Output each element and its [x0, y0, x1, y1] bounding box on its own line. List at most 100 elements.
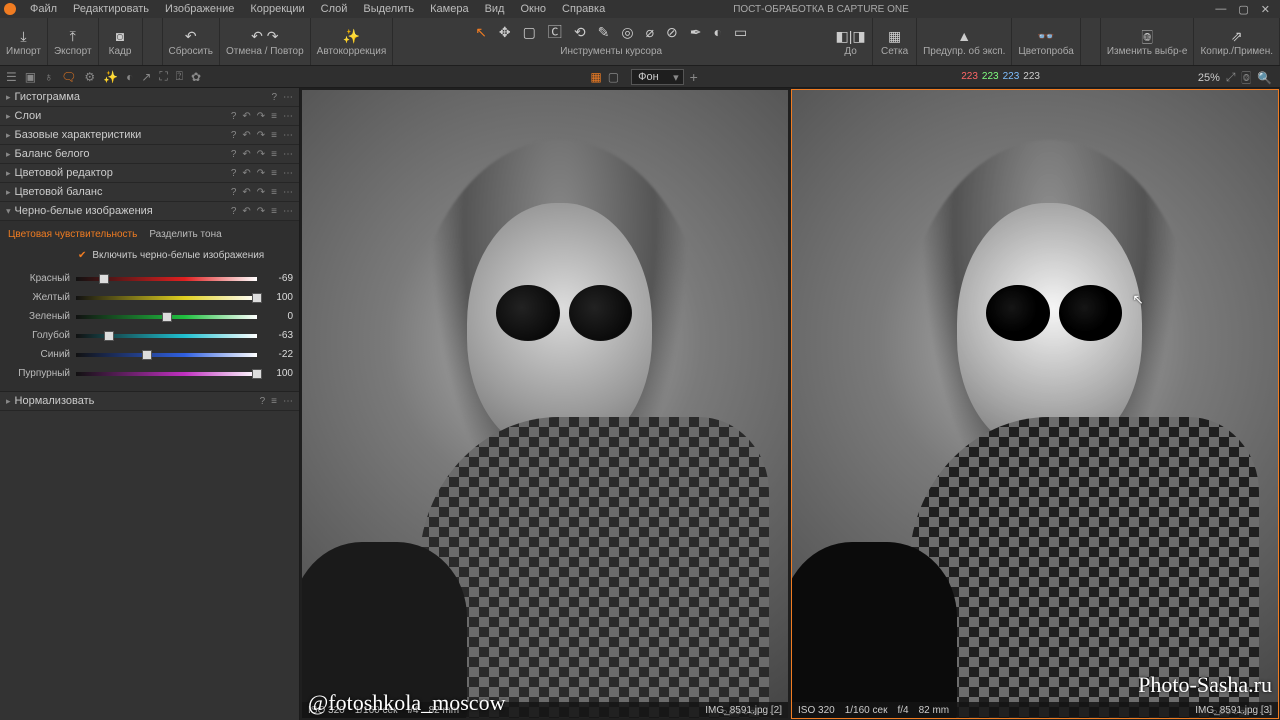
tool-tab-icon[interactable]: ▣	[25, 70, 36, 84]
toolbar-button[interactable]: ⤓Импорт	[0, 18, 48, 65]
panel-header[interactable]: ▸ Черно-белые изображения ?↶↷≡⋯	[0, 202, 299, 221]
panel-control-icon[interactable]: ⋯	[283, 92, 293, 103]
zoom-copy-icon[interactable]: 🀙	[1242, 70, 1252, 85]
cursor-tool-icon[interactable]: ✒	[690, 24, 702, 41]
toolbar-button[interactable]: 🀙Изменить выбр-е	[1101, 18, 1195, 65]
tool-tab-icon[interactable]: ↗	[141, 70, 151, 84]
toolbar-button[interactable]: ⤒Экспорт	[48, 18, 99, 65]
panel-control-icon[interactable]: ≡	[271, 396, 277, 407]
panel-control-icon[interactable]: ≡	[271, 168, 277, 179]
cursor-tool-icon[interactable]: ◐	[713, 24, 721, 40]
tool-tab-icon[interactable]: ✨	[103, 70, 118, 84]
toolbar-button[interactable]: ◧|◨До	[829, 18, 873, 65]
subtab-sensitivity[interactable]: Цветовая чувствительность	[8, 229, 137, 240]
cursor-tool-icon[interactable]: ⊘	[666, 24, 678, 41]
slider-knob[interactable]	[104, 331, 114, 341]
panel-control-icon[interactable]: ?	[231, 168, 237, 179]
slider-track[interactable]	[76, 296, 257, 300]
slider-track[interactable]	[76, 334, 257, 338]
image-pane-right[interactable]: ↖ ISO 320 1/160 сек f/4 82 mm IMG_8591.j…	[792, 90, 1278, 718]
panel-control-icon[interactable]: ⋯	[283, 396, 293, 407]
panel-control-icon[interactable]: ?	[231, 187, 237, 198]
rating-dots[interactable]: ○○○○○ ·····	[721, 707, 782, 718]
slider-knob[interactable]	[252, 369, 262, 379]
tool-tab-icon[interactable]: ⍰	[176, 69, 183, 84]
rating-dots[interactable]: ○○○○○ ·····	[1211, 707, 1272, 718]
panel-control-icon[interactable]: ↶	[242, 168, 250, 179]
panel-control-icon[interactable]: ?	[231, 206, 237, 217]
panel-control-icon[interactable]: ↷	[257, 187, 265, 198]
slider-knob[interactable]	[142, 350, 152, 360]
view-single-icon[interactable]: ▢	[608, 70, 619, 84]
panel-header[interactable]: ▸ Гистограмма ?⋯	[0, 88, 299, 107]
panel-control-icon[interactable]: ≡	[271, 130, 277, 141]
panel-header[interactable]: ▸ Базовые характеристики ?↶↷≡⋯	[0, 126, 299, 145]
menu-item[interactable]: Выделить	[355, 1, 422, 17]
cursor-tool-icon[interactable]: ◎	[621, 24, 633, 41]
panel-control-icon[interactable]: ?	[231, 149, 237, 160]
panel-control-icon[interactable]: ↶	[242, 149, 250, 160]
layer-select[interactable]: Фон	[631, 69, 684, 85]
zoom-search-icon[interactable]: 🔍	[1257, 71, 1272, 85]
panel-control-icon[interactable]: ↶	[242, 187, 250, 198]
menu-item[interactable]: Справка	[554, 1, 613, 17]
panel-control-icon[interactable]: ↷	[257, 111, 265, 122]
tool-tab-icon[interactable]: 🗨	[61, 70, 76, 84]
view-grid-icon[interactable]: ▦	[590, 70, 601, 84]
panel-header[interactable]: ▸ Баланс белого ?↶↷≡⋯	[0, 145, 299, 164]
slider-knob[interactable]	[99, 274, 109, 284]
panel-control-icon[interactable]: ↷	[257, 130, 265, 141]
tool-tab-icon[interactable]: ⚙	[84, 70, 95, 84]
enable-bw-checkbox-label[interactable]: Включить черно-белые изображения	[92, 250, 264, 261]
slider-knob[interactable]	[252, 293, 262, 303]
panel-control-icon[interactable]: ↶	[242, 206, 250, 217]
panel-control-icon[interactable]: ≡	[271, 187, 277, 198]
window-maximize[interactable]: ▢	[1238, 3, 1248, 16]
toolbar-button[interactable]: ↶ ↷Отмена / Повтор	[220, 18, 311, 65]
cursor-tool-icon[interactable]: ↖	[475, 24, 487, 41]
tool-tab-icon[interactable]: ☰	[6, 70, 17, 84]
slider-track[interactable]	[76, 277, 257, 281]
panel-control-icon[interactable]: ≡	[271, 206, 277, 217]
window-minimize[interactable]: —	[1215, 3, 1226, 16]
panel-control-icon[interactable]: ⋯	[283, 111, 293, 122]
panel-header[interactable]: ▸ Слои ?↶↷≡⋯	[0, 107, 299, 126]
cursor-tool-icon[interactable]: ▭	[734, 24, 747, 41]
tool-tab-icon[interactable]: ✿	[191, 70, 201, 84]
menu-item[interactable]: Вид	[477, 1, 513, 17]
panel-control-icon[interactable]: ?	[271, 92, 277, 103]
panel-control-icon[interactable]: ↶	[242, 111, 250, 122]
panel-control-icon[interactable]: ⋯	[283, 130, 293, 141]
panel-control-icon[interactable]: ≡	[271, 111, 277, 122]
panel-header[interactable]: ▸ Цветовой баланс ?↶↷≡⋯	[0, 183, 299, 202]
panel-control-icon[interactable]: ≡	[271, 149, 277, 160]
cursor-tool-icon[interactable]: ✥	[499, 24, 511, 41]
tool-tab-icon[interactable]: ◐	[126, 70, 133, 84]
panel-control-icon[interactable]: ⋯	[283, 149, 293, 160]
panel-control-icon[interactable]: ↷	[257, 168, 265, 179]
cursor-tool-icon[interactable]: ▢	[523, 24, 536, 41]
toolbar-button[interactable]: ✨Автокоррекция	[311, 18, 394, 65]
panel-control-icon[interactable]: ?	[231, 130, 237, 141]
image-pane-left[interactable]: ISO 320 1/160 сек f/4 82 mm IMG_8591.jpg…	[302, 90, 788, 718]
panel-control-icon[interactable]: ⋯	[283, 187, 293, 198]
tool-tab-icon[interactable]: ⛶	[159, 69, 167, 84]
toolbar-button[interactable]: 👓Цветопроба	[1012, 18, 1080, 65]
menu-item[interactable]: Слой	[313, 1, 356, 17]
toolbar-button[interactable]: ◙Кадр	[99, 18, 143, 65]
cursor-tool-icon[interactable]: 🄲	[548, 22, 562, 42]
tool-tab-icon[interactable]: ♁	[44, 70, 53, 84]
menu-item[interactable]: Коррекции	[242, 1, 312, 17]
toolbar-button[interactable]: ⇗Копир./Примен.	[1194, 18, 1280, 65]
menu-item[interactable]: Файл	[22, 1, 65, 17]
toolbar-button[interactable]: ▦Сетка	[873, 18, 917, 65]
cursor-tool-icon[interactable]: ⌀	[646, 24, 654, 41]
panel-control-icon[interactable]: ↷	[257, 149, 265, 160]
panel-control-icon[interactable]: ⋯	[283, 168, 293, 179]
slider-track[interactable]	[76, 372, 257, 376]
window-close[interactable]: ✕	[1261, 3, 1270, 16]
panel-control-icon[interactable]: ⋯	[283, 206, 293, 217]
menu-item[interactable]: Окно	[512, 1, 554, 17]
add-layer-icon[interactable]: +	[690, 69, 698, 85]
cursor-tool-icon[interactable]: ⟲	[574, 24, 586, 41]
